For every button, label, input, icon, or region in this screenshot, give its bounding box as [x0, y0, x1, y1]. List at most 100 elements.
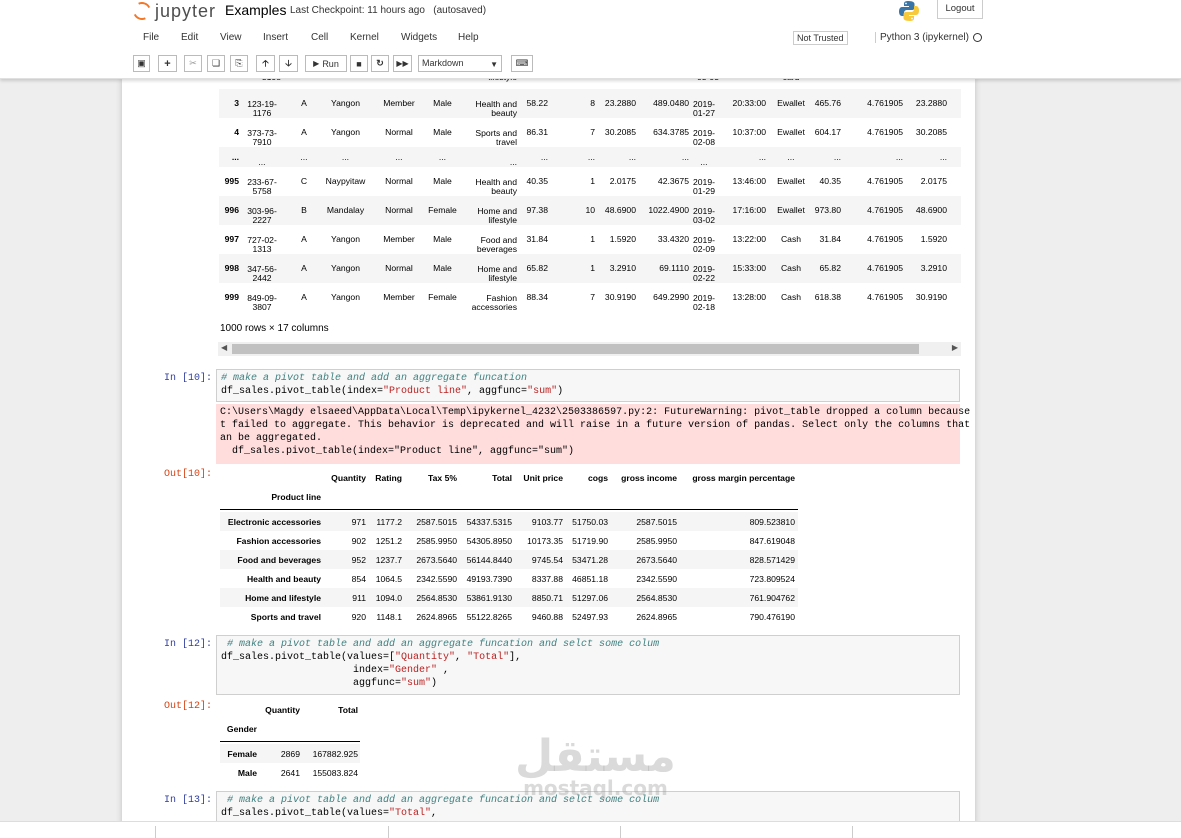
code-text: ],: [509, 652, 522, 663]
pivot-cell: 51750.03: [572, 516, 608, 527]
table-cell-time: 13:22:00: [732, 234, 766, 244]
table-cell-gender: Male: [433, 127, 452, 137]
table-cell-tax: 3.2910: [609, 263, 636, 273]
table-row: 997 727-02- 1313 A Yangon Member Male Food and b…: [219, 225, 961, 254]
scroll-left-icon[interactable]: ◀: [221, 343, 227, 352]
table-cell-cogs: 31.84: [819, 234, 841, 244]
pivot-cell: 53471.28: [572, 554, 608, 565]
table-cell-product: Health and beauty: [475, 99, 517, 118]
cell10-code[interactable]: # make a pivot table and add an aggregat…: [216, 369, 960, 402]
pivot-cell: 790.476190: [749, 611, 795, 622]
table-cell-customer: Normal: [385, 263, 413, 273]
table-cell-income: 30.9190: [915, 292, 947, 302]
table-cell-gender: Male: [433, 234, 452, 244]
pivot-cell: 920: [351, 611, 366, 622]
kernel-idle-icon: [972, 32, 982, 42]
save-button[interactable]: ▣: [133, 55, 150, 72]
pivot-row-label: Electronic accessories: [227, 516, 321, 527]
divider: [220, 509, 798, 510]
table-cell-margin: 4.761905: [867, 176, 903, 186]
notebook-name[interactable]: Examples: [225, 2, 286, 18]
dataframe-shape: 1000 rows × 17 columns: [220, 323, 329, 334]
table-cell-qty: 7: [590, 292, 595, 302]
menu-file[interactable]: File: [143, 32, 159, 43]
stop-icon: ■: [356, 58, 362, 69]
move-down-icon: 🡣: [285, 57, 292, 68]
table-row: 998 347-56- 2442 A Yangon Normal Male Home and l…: [219, 254, 961, 283]
table-cell-time: 17:16:00: [732, 205, 766, 215]
logout-button[interactable]: Logout: [937, 0, 983, 19]
menu-kernel[interactable]: Kernel: [350, 32, 379, 43]
restart-icon: ↻: [376, 58, 384, 68]
cut-button[interactable]: ✂: [184, 55, 202, 72]
cell-type-select[interactable]: Markdown ▼: [418, 55, 502, 72]
pivot-cell: 52497.93: [572, 611, 608, 622]
pivot-column-header: gross income: [621, 472, 677, 483]
table-cell-customer: Member: [383, 234, 415, 244]
pivot-cell: 49193.7390: [466, 573, 512, 584]
cell12-code[interactable]: # make a pivot table and add an aggregat…: [216, 635, 960, 695]
pivot-row: Home and lifestyle 911 1094.0 2564.8530 5386…: [220, 588, 798, 607]
paste-button[interactable]: ⎘: [230, 55, 248, 72]
table-cell-cogs: 40.35: [819, 176, 841, 186]
pivot-row-label: Health and beauty: [246, 573, 321, 584]
table-cell-income: 30.2085: [915, 127, 947, 137]
divider: [620, 826, 621, 838]
table-cell-total: 634.3785: [653, 127, 689, 137]
code-string: "Total": [467, 652, 510, 663]
table-cell-date: 2019- 02-22: [693, 264, 715, 283]
move-down-button[interactable]: 🡣: [279, 55, 298, 72]
scrollbar-thumb[interactable]: [232, 344, 919, 354]
table-cell-tax: 30.2085: [604, 127, 636, 137]
menu-insert[interactable]: Insert: [263, 32, 288, 43]
cell10-warning-output: C:\Users\Magdy elsaeed\AppData\Local\Tem…: [216, 404, 970, 464]
pivot-cell: 1064.5: [375, 573, 402, 584]
table-cell-income: 2.0175: [920, 176, 947, 186]
not-trusted-button[interactable]: Not Trusted: [793, 31, 848, 45]
restart-button[interactable]: ↻: [371, 55, 389, 72]
table-cell-branch: A: [301, 292, 307, 302]
table-row: 999 849-09- 3807 A Yangon Member Female Fashion…: [219, 283, 961, 312]
restart-run-all-button[interactable]: ▶▶: [393, 55, 412, 72]
horizontal-scrollbar[interactable]: ◀ ▶: [218, 342, 961, 356]
table-cell-time: 15:33:00: [732, 263, 766, 273]
scroll-right-icon[interactable]: ▶: [952, 343, 958, 352]
jupyter-logo[interactable]: jupyter: [130, 0, 216, 23]
table-cell-city: Yangon: [331, 263, 360, 273]
stop-button[interactable]: ■: [350, 55, 368, 72]
menu-edit[interactable]: Edit: [181, 32, 198, 43]
add-cell-button[interactable]: +: [158, 55, 177, 72]
table-cell-date: 2019- 01-27: [693, 99, 715, 118]
command-palette-button[interactable]: ⌨: [511, 55, 533, 72]
pivot-row-label: Food and beverages: [237, 554, 321, 565]
pivot-cell: 53861.9130: [466, 592, 512, 603]
kernel-indicator[interactable]: Python 3 (ipykernel): [875, 32, 982, 43]
pivot-cell: 2587.5015: [416, 516, 457, 527]
pivot-cell: 8850.71: [531, 592, 563, 603]
copy-button[interactable]: ❏: [207, 55, 225, 72]
move-up-button[interactable]: 🡡: [256, 55, 275, 72]
table-cell-cogs: 618.38: [814, 292, 841, 302]
menu-cell[interactable]: Cell: [311, 32, 328, 43]
table-cell-price: 86.31: [526, 127, 548, 137]
table-cell-date: 2019- 02-08: [693, 128, 715, 147]
table-cell-price: 31.84: [526, 234, 548, 244]
pivot-row-label: Female: [227, 748, 257, 759]
checkpoint-status: Last Checkpoint: 11 hours ago (autosaved…: [290, 5, 486, 16]
menu-view[interactable]: View: [220, 32, 242, 43]
pivot-row: Health and beauty 854 1064.5 2342.5590 49193…: [220, 569, 798, 588]
table-cell-price: 40.35: [526, 176, 548, 186]
menu-widgets[interactable]: Widgets: [401, 32, 437, 43]
code-text: ,: [431, 808, 438, 819]
table-cell-total: 649.2990: [653, 292, 689, 302]
run-button[interactable]: ▶ Run: [305, 55, 347, 72]
pivot-cell: 2641: [280, 767, 300, 778]
pivot-cell: 2585.9950: [416, 535, 457, 546]
cell10-out-prompt: Out[10]:: [163, 469, 212, 480]
cell12-out-prompt: Out[12]:: [163, 701, 212, 712]
code-comment: # make a pivot table and add an aggregat…: [221, 373, 528, 384]
table-cell-branch: A: [301, 263, 307, 273]
table-cell-city: Yangon: [331, 234, 360, 244]
menu-help[interactable]: Help: [458, 32, 479, 43]
table-cell-time: 13:46:00: [732, 176, 766, 186]
